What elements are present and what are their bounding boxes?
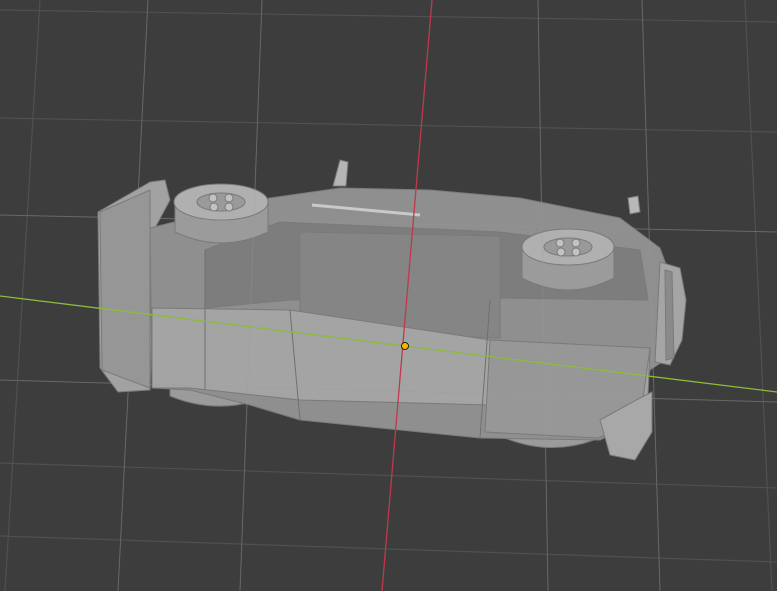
origin-point[interactable] [401,342,409,350]
wheel-front-right[interactable] [521,228,615,291]
tow-hook [627,195,641,215]
viewport-canvas[interactable] [0,0,777,591]
3d-viewport[interactable] [0,0,777,591]
